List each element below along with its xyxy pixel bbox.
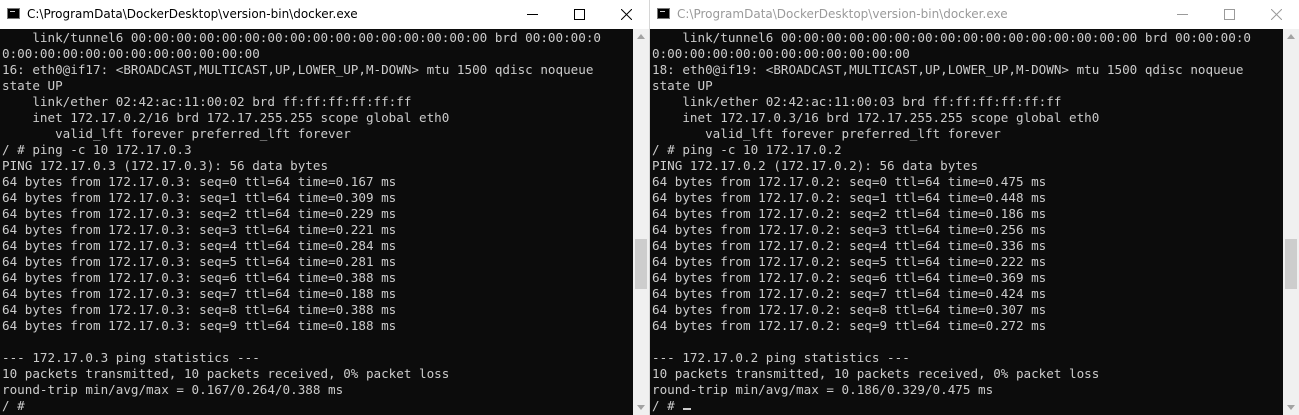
terminal-line: / # — [2, 398, 25, 413]
terminal-lines: link/tunnel6 00:00:00:00:00:00:00:00:00:… — [652, 30, 1251, 414]
terminal-line: / # ping -c 10 172.17.0.3 — [2, 142, 192, 157]
window-titlebar[interactable]: C:\ProgramData\DockerDesktop\version-bin… — [0, 0, 649, 29]
terminal-line: 0:00:00:00:00:00:00:00:00:00:00:00 — [652, 46, 910, 61]
terminal-line: round-trip min/avg/max = 0.167/0.264/0.3… — [2, 382, 344, 397]
terminal-line: inet 172.17.0.2/16 brd 172.17.255.255 sc… — [2, 110, 450, 125]
maximize-button[interactable] — [1206, 0, 1252, 29]
terminal-line: 64 bytes from 172.17.0.2: seq=8 ttl=64 t… — [652, 302, 1047, 317]
terminal-line: link/tunnel6 00:00:00:00:00:00:00:00:00:… — [652, 30, 1251, 45]
text-cursor — [683, 408, 692, 410]
terminal-line: 18: eth0@if19: <BROADCAST,MULTICAST,UP,L… — [652, 62, 1244, 77]
terminal-line: 64 bytes from 172.17.0.3: seq=5 ttl=64 t… — [2, 254, 397, 269]
terminal-line: valid_lft forever preferred_lft forever — [652, 126, 1001, 141]
vertical-scrollbar[interactable] — [1283, 29, 1299, 415]
window-title: C:\ProgramData\DockerDesktop\version-bin… — [677, 7, 1008, 21]
terminal-line: / # — [652, 398, 1251, 414]
scroll-up-arrow-icon[interactable] — [633, 29, 649, 45]
terminal-window-right[interactable]: C:\ProgramData\DockerDesktop\version-bin… — [650, 0, 1299, 415]
terminal-line: round-trip min/avg/max = 0.186/0.329/0.4… — [652, 382, 994, 397]
terminal-line: link/tunnel6 00:00:00:00:00:00:00:00:00:… — [2, 30, 601, 45]
terminal-line: 64 bytes from 172.17.0.2: seq=5 ttl=64 t… — [652, 254, 1047, 269]
terminal-lines: link/tunnel6 00:00:00:00:00:00:00:00:00:… — [2, 30, 601, 414]
terminal-line: 64 bytes from 172.17.0.3: seq=6 ttl=64 t… — [2, 270, 397, 285]
terminal-line: 64 bytes from 172.17.0.3: seq=8 ttl=64 t… — [2, 302, 397, 317]
terminal-line: link/ether 02:42:ac:11:00:02 brd ff:ff:f… — [2, 94, 412, 109]
maximize-icon — [574, 9, 585, 20]
terminal-line: 10 packets transmitted, 10 packets recei… — [2, 366, 450, 381]
terminal-line: 10 packets transmitted, 10 packets recei… — [652, 366, 1100, 381]
close-button[interactable] — [603, 0, 649, 29]
terminal-line: 64 bytes from 172.17.0.2: seq=2 ttl=64 t… — [652, 206, 1047, 221]
terminal-line: PING 172.17.0.3 (172.17.0.3): 56 data by… — [2, 158, 329, 173]
terminal-output[interactable]: link/tunnel6 00:00:00:00:00:00:00:00:00:… — [0, 29, 633, 415]
terminal-line: 64 bytes from 172.17.0.3: seq=7 ttl=64 t… — [2, 286, 397, 301]
terminal-line: link/ether 02:42:ac:11:00:03 brd ff:ff:f… — [652, 94, 1062, 109]
terminal-line: 64 bytes from 172.17.0.3: seq=2 ttl=64 t… — [2, 206, 397, 221]
minimize-button[interactable] — [1159, 0, 1205, 29]
terminal-line: 64 bytes from 172.17.0.2: seq=1 ttl=64 t… — [652, 190, 1047, 205]
terminal-line: 64 bytes from 172.17.0.2: seq=6 ttl=64 t… — [652, 270, 1047, 285]
terminal-line: --- 172.17.0.3 ping statistics --- — [2, 350, 260, 365]
terminal-line: 64 bytes from 172.17.0.2: seq=7 ttl=64 t… — [652, 286, 1047, 301]
scrollbar-thumb[interactable] — [635, 239, 647, 289]
terminal-line: 64 bytes from 172.17.0.3: seq=0 ttl=64 t… — [2, 174, 397, 189]
terminal-line: valid_lft forever preferred_lft forever — [2, 126, 351, 141]
console-icon — [7, 8, 20, 19]
console-icon — [657, 8, 670, 19]
close-button[interactable] — [1253, 0, 1299, 29]
terminal-line: 64 bytes from 172.17.0.3: seq=3 ttl=64 t… — [2, 222, 397, 237]
terminal-line: 64 bytes from 172.17.0.3: seq=9 ttl=64 t… — [2, 318, 397, 333]
window-titlebar[interactable]: C:\ProgramData\DockerDesktop\version-bin… — [650, 0, 1299, 29]
terminal-line: 16: eth0@if17: <BROADCAST,MULTICAST,UP,L… — [2, 62, 594, 77]
terminal-output[interactable]: link/tunnel6 00:00:00:00:00:00:00:00:00:… — [650, 29, 1283, 415]
scrollbar-thumb[interactable] — [1285, 239, 1297, 289]
scroll-down-arrow-icon[interactable] — [633, 399, 649, 415]
terminal-line: state UP — [2, 78, 63, 93]
terminal-line: inet 172.17.0.3/16 brd 172.17.255.255 sc… — [652, 110, 1100, 125]
terminal-line: 64 bytes from 172.17.0.2: seq=3 ttl=64 t… — [652, 222, 1047, 237]
maximize-icon — [1224, 9, 1235, 20]
terminal-line: 0:00:00:00:00:00:00:00:00:00:00:00 — [2, 46, 260, 61]
terminal-line: PING 172.17.0.2 (172.17.0.2): 56 data by… — [652, 158, 979, 173]
terminal-line: state UP — [652, 78, 713, 93]
close-icon — [1271, 9, 1282, 20]
window-title: C:\ProgramData\DockerDesktop\version-bin… — [27, 7, 358, 21]
terminal-line: 64 bytes from 172.17.0.2: seq=0 ttl=64 t… — [652, 174, 1047, 189]
close-icon — [621, 9, 632, 20]
vertical-scrollbar[interactable] — [633, 29, 649, 415]
terminal-line: 64 bytes from 172.17.0.2: seq=4 ttl=64 t… — [652, 238, 1047, 253]
minimize-icon — [527, 14, 538, 15]
terminal-line: 64 bytes from 172.17.0.3: seq=1 ttl=64 t… — [2, 190, 397, 205]
scroll-down-arrow-icon[interactable] — [1283, 399, 1299, 415]
maximize-button[interactable] — [556, 0, 602, 29]
minimize-button[interactable] — [509, 0, 555, 29]
scroll-up-arrow-icon[interactable] — [1283, 29, 1299, 45]
terminal-window-left[interactable]: C:\ProgramData\DockerDesktop\version-bin… — [0, 0, 649, 415]
terminal-line: 64 bytes from 172.17.0.3: seq=4 ttl=64 t… — [2, 238, 397, 253]
terminal-line: / # ping -c 10 172.17.0.2 — [652, 142, 842, 157]
terminal-line: --- 172.17.0.2 ping statistics --- — [652, 350, 910, 365]
terminal-line: 64 bytes from 172.17.0.2: seq=9 ttl=64 t… — [652, 318, 1047, 333]
minimize-icon — [1177, 14, 1188, 15]
